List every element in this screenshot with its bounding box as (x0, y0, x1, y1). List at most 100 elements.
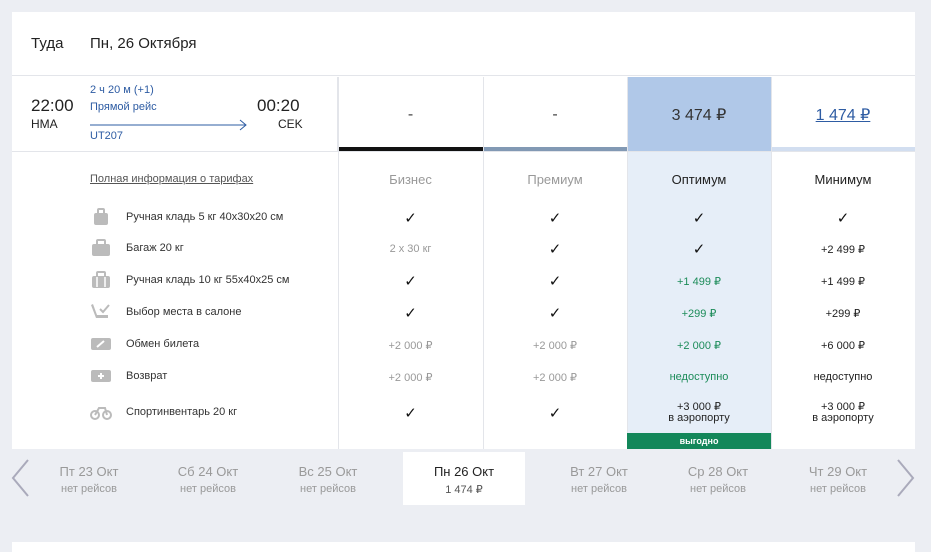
date-nav-sub: нет рейсов (300, 483, 356, 495)
date-nav-item[interactable]: Вт 27 Окт нет рейсов (538, 452, 660, 505)
feature-value: +2 499 ₽ (820, 243, 865, 256)
feature-value: +3 000 ₽ в аэропорту (627, 397, 771, 429)
feature-value: ✓ (404, 209, 417, 227)
bicycle-icon (90, 407, 112, 420)
feature-value: +299 ₽ (681, 307, 717, 320)
feature-value: ✓ (836, 209, 850, 227)
feature-label: Обмен билета (126, 338, 200, 350)
date-nav-date: Ср 28 Окт (687, 464, 749, 479)
ticket-exchange-icon (91, 338, 111, 350)
feature-value: 2 x 30 кг (389, 243, 432, 255)
date-nav-date: Вс 25 Окт (298, 464, 358, 479)
feature-value: ✓ (404, 404, 417, 422)
feature-value: ✓ (548, 272, 562, 290)
feature-value: ✓ (692, 240, 706, 258)
date-nav-date: Пн 26 Окт (433, 464, 495, 479)
divider (338, 77, 339, 449)
feature-row: Выбор места в салоне ✓ ✓ +299 ₽ +299 ₽ (12, 303, 915, 323)
price-optimum[interactable]: 3 474 ₽ (627, 77, 771, 152)
feature-value: +2 000 ₽ (388, 339, 433, 352)
date-nav-date: Пт 23 Окт (59, 464, 119, 479)
divider (627, 77, 628, 449)
arrival-code: CEK (278, 117, 303, 131)
date-nav-item[interactable]: Пт 23 Окт нет рейсов (28, 452, 150, 505)
feature-label: Возврат (126, 370, 168, 382)
carry-on-bag-icon (94, 208, 108, 225)
class-optimum[interactable]: Оптимум (627, 172, 771, 187)
departure-time: 22:00 (31, 96, 74, 115)
divider (12, 151, 915, 152)
flight-type: Прямой рейс (90, 101, 157, 113)
next-card (12, 542, 915, 552)
feature-row: Ручная кладь 10 кг 55x40x25 см ✓ ✓ +1 49… (12, 271, 915, 291)
feature-row: Возврат +2 000 ₽ +2 000 ₽ недоступно нед… (12, 367, 915, 387)
flight-date: Пн, 26 Октября (90, 35, 197, 52)
flight-info[interactable]: 22:00 HMA 2 ч 20 м (+1) Прямой рейс UT20… (12, 77, 338, 152)
date-nav-sub: нет рейсов (180, 483, 236, 495)
chevron-left-icon[interactable] (10, 458, 30, 498)
suitcase-icon (92, 239, 110, 256)
feature-value: недоступно (813, 371, 873, 383)
feature-row: Ручная кладь 5 кг 40x30x20 см ✓ ✓ ✓ ✓ (12, 208, 915, 228)
feature-value: ✓ (692, 209, 706, 227)
feature-label: Багаж 20 кг (126, 242, 184, 254)
feature-label: Выбор места в салоне (126, 306, 242, 318)
feature-value: +1 499 ₽ (820, 275, 865, 288)
date-nav-sub: нет рейсов (810, 483, 866, 495)
tariff-info-link[interactable]: Полная информация о тарифах (90, 173, 253, 185)
feature-label: Ручная кладь 10 кг 55x40x25 см (126, 274, 290, 286)
feature-value: ✓ (548, 304, 562, 322)
seat-icon (91, 304, 110, 318)
date-nav-sub: нет рейсов (571, 483, 627, 495)
flight-number: UT207 (90, 130, 124, 142)
price-business: - (338, 77, 483, 152)
feature-value: +3 000 ₽ в аэропорту (771, 397, 915, 429)
date-nav-date: Сб 24 Окт (177, 464, 239, 479)
date-nav-date: Вт 27 Окт (570, 464, 628, 479)
date-nav-item[interactable]: Сб 24 Окт нет рейсов (147, 452, 269, 505)
divider (771, 77, 772, 449)
date-nav-date: Чт 29 Окт (808, 464, 868, 479)
suitcase-large-icon (92, 271, 110, 288)
flight-duration: 2 ч 20 м (+1) (90, 84, 154, 96)
feature-row: Обмен билета +2 000 ₽ +2 000 ₽ +2 000 ₽ … (12, 335, 915, 355)
date-nav-item[interactable]: Ср 28 Окт нет рейсов (657, 452, 779, 505)
feature-value: ✓ (548, 404, 562, 422)
date-nav-sub: нет рейсов (61, 483, 117, 495)
feature-value: +2 000 ₽ (388, 371, 433, 384)
feature-value: +1 499 ₽ (676, 275, 721, 288)
price-minimum-link[interactable]: 1 474 ₽ (816, 105, 871, 125)
feature-value: ✓ (548, 209, 562, 227)
date-nav-item-selected[interactable]: Пн 26 Окт 1 474 ₽ (403, 452, 525, 505)
feature-value: ✓ (404, 304, 417, 322)
feature-label: Спортинвентарь 20 кг (126, 406, 238, 418)
class-business[interactable]: Бизнес (338, 172, 483, 187)
feature-value: +6 000 ₽ (820, 339, 865, 352)
class-premium[interactable]: Премиум (483, 172, 627, 187)
date-nav-item[interactable]: Чт 29 Окт нет рейсов (777, 452, 899, 505)
ticket-refund-icon (91, 370, 111, 382)
feature-value: ✓ (404, 272, 417, 290)
feature-value: +2 000 ₽ (532, 339, 577, 352)
price-business-value: - (407, 105, 414, 123)
divider (483, 77, 484, 449)
date-nav-sub: 1 474 ₽ (445, 484, 483, 496)
price-minimum[interactable]: 1 474 ₽ (771, 77, 915, 152)
class-minimum[interactable]: Минимум (771, 172, 915, 187)
date-nav-sub: нет рейсов (690, 483, 746, 495)
direction-label: Туда (31, 35, 64, 52)
feature-value: +2 000 ₽ (532, 371, 577, 384)
arrival-time: 00:20 (257, 96, 300, 115)
chevron-right-icon[interactable] (896, 458, 916, 498)
price-premium: - (483, 77, 627, 152)
feature-row: Багаж 20 кг 2 x 30 кг ✓ ✓ +2 499 ₽ (12, 239, 915, 259)
feature-value: ✓ (548, 240, 562, 258)
departure-code: HMA (31, 117, 58, 131)
flight-card: Туда Пн, 26 Октября 22:00 HMA 2 ч 20 м (… (12, 12, 915, 449)
feature-value-note: в аэропорту (668, 412, 730, 424)
feature-value: +299 ₽ (825, 307, 861, 320)
price-optimum-value: 3 474 ₽ (671, 106, 727, 124)
date-nav-item[interactable]: Вс 25 Окт нет рейсов (267, 452, 389, 505)
price-premium-value: - (552, 105, 558, 123)
best-value-badge: выгодно (627, 433, 771, 449)
